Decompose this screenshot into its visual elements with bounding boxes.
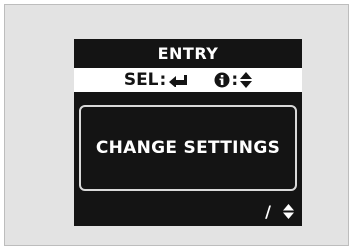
footer-separator: / (265, 201, 271, 221)
info-hint-colon: : (231, 70, 239, 90)
info-icon (214, 72, 230, 88)
select-hint: SEL : (124, 70, 189, 90)
option-label: CHANGE SETTINGS (95, 138, 281, 158)
enter-arrow-icon (168, 73, 188, 87)
up-down-arrows-icon (240, 72, 253, 88)
display-frame: ENTRY SEL :: CHANGE SETTINGS / (4, 4, 349, 246)
info-display-screen: ENTRY SEL :: CHANGE SETTINGS / (74, 39, 302, 226)
scroll-arrows-icon (283, 203, 294, 219)
control-hint-bar: SEL : : (74, 68, 302, 92)
info-hint: : (214, 70, 253, 90)
select-hint-label: SEL (123, 70, 159, 90)
screen-footer: / (265, 200, 294, 222)
change-settings-option[interactable]: CHANGE SETTINGS (79, 105, 297, 191)
select-hint-colon: : (159, 70, 167, 90)
screen-title: ENTRY (157, 43, 219, 63)
